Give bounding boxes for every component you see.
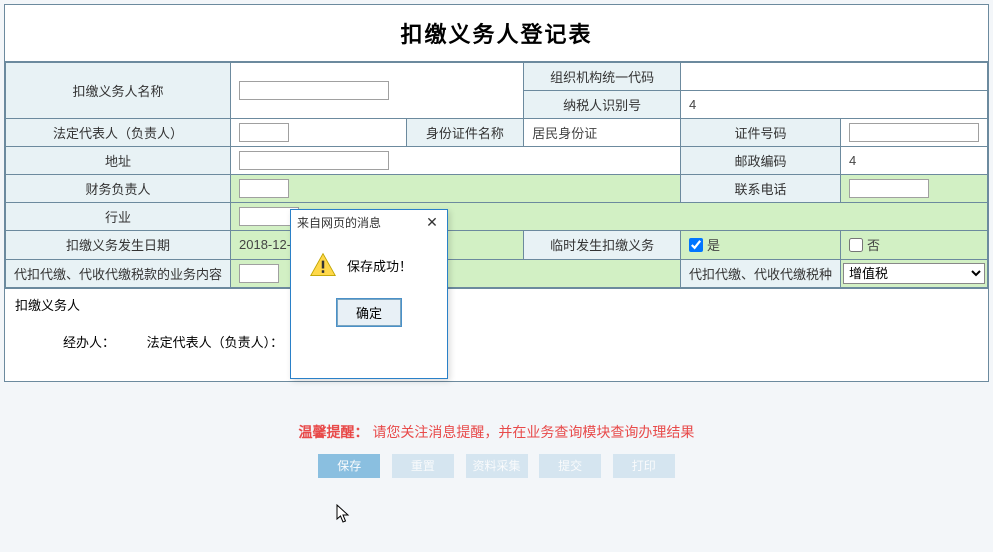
signature-section: 扣缴义务人 经办人： 法定代表人（负责人）： [5, 288, 988, 381]
field-address[interactable] [231, 147, 681, 175]
dialog-message: 保存成功！ [347, 256, 412, 275]
submit-button[interactable]: 提交 [539, 454, 601, 478]
close-icon[interactable]: ✕ [423, 214, 441, 231]
sig-agent-label: 扣缴义务人 [15, 295, 978, 314]
print-button[interactable]: 打印 [613, 454, 675, 478]
field-legal-rep[interactable] [231, 119, 407, 147]
title-bar: 扣缴义务人登记表 [5, 5, 988, 62]
field-tax-kind[interactable]: 增值税 [841, 259, 988, 287]
form-table: 扣缴义务人名称 组织机构统一代码 纳税人识别号 4 法定代表人（负责人） 身份证… [5, 62, 988, 288]
label-id-number: 证件号码 [680, 119, 840, 147]
input-id-number[interactable] [849, 123, 979, 142]
input-agent-name[interactable] [239, 81, 389, 100]
label-duty-date: 扣缴义务发生日期 [6, 231, 231, 260]
label-org-code: 组织机构统一代码 [524, 63, 681, 91]
label-legal-rep: 法定代表人（负责人） [6, 119, 231, 147]
sig-legal-rep: 法定代表人（负责人）： [147, 335, 284, 350]
reset-button[interactable]: 重置 [392, 454, 454, 478]
page-title: 扣缴义务人登记表 [5, 17, 988, 49]
button-row: 保存 重置 资料采集 提交 打印 [0, 454, 993, 478]
field-temp-yes[interactable]: 是 [680, 231, 840, 260]
label-finance-officer: 财务负责人 [6, 175, 231, 203]
field-postcode[interactable]: 4 [841, 147, 988, 175]
field-id-number[interactable] [841, 119, 988, 147]
dialog-title: 来自网页的消息 [297, 214, 381, 231]
label-agent-name: 扣缴义务人名称 [6, 63, 231, 119]
sig-row: 经办人： 法定代表人（负责人）： [15, 332, 978, 351]
reminder-row: 温馨提醒： 请您关注消息提醒，并在业务查询模块查询办理结果 [0, 422, 993, 442]
label-address: 地址 [6, 147, 231, 175]
dialog-ok-button[interactable]: 确定 [337, 299, 401, 326]
input-address[interactable] [239, 151, 389, 170]
reminder-label: 温馨提醒： [299, 424, 369, 440]
dialog-body: 保存成功！ [291, 235, 447, 299]
input-biz-content[interactable] [239, 264, 279, 283]
field-taxpayer-id[interactable]: 4 [680, 91, 987, 119]
field-phone[interactable] [841, 175, 988, 203]
input-finance-officer[interactable] [239, 179, 289, 198]
dialog-footer: 确定 [291, 299, 447, 338]
select-tax-kind[interactable]: 增值税 [843, 263, 985, 284]
field-temp-no[interactable]: 否 [841, 231, 988, 260]
field-org-code[interactable] [680, 63, 987, 91]
message-dialog: 来自网页的消息 ✕ 保存成功！ 确定 [290, 209, 448, 379]
field-id-type[interactable]: 居民身份证 [524, 119, 681, 147]
sig-handler: 经办人： [63, 335, 115, 350]
label-industry: 行业 [6, 203, 231, 231]
field-agent-name[interactable] [231, 63, 524, 119]
reminder-text: 请您关注消息提醒，并在业务查询模块查询办理结果 [372, 424, 694, 440]
checkbox-no[interactable] [849, 238, 863, 252]
label-postcode: 邮政编码 [680, 147, 840, 175]
label-tax-kind: 代扣代缴、代收代缴税种 [680, 259, 840, 287]
label-phone: 联系电话 [680, 175, 840, 203]
checkbox-yes[interactable] [689, 238, 703, 252]
collect-button[interactable]: 资料采集 [466, 454, 528, 478]
label-temp-duty: 临时发生扣缴义务 [524, 231, 681, 260]
input-legal-rep[interactable] [239, 123, 289, 142]
label-id-type: 身份证件名称 [406, 119, 524, 147]
label-biz-content: 代扣代缴、代收代缴税款的业务内容 [6, 259, 231, 287]
input-phone[interactable] [849, 179, 929, 198]
label-taxpayer-id: 纳税人识别号 [524, 91, 681, 119]
save-button[interactable]: 保存 [318, 454, 380, 478]
dialog-header: 来自网页的消息 ✕ [291, 210, 447, 235]
cursor-icon [336, 504, 352, 526]
warning-icon [309, 251, 337, 279]
form-container: 扣缴义务人登记表 扣缴义务人名称 组织机构统一代码 纳税人识别号 4 法定代表人… [4, 4, 989, 382]
field-finance-officer[interactable] [231, 175, 681, 203]
